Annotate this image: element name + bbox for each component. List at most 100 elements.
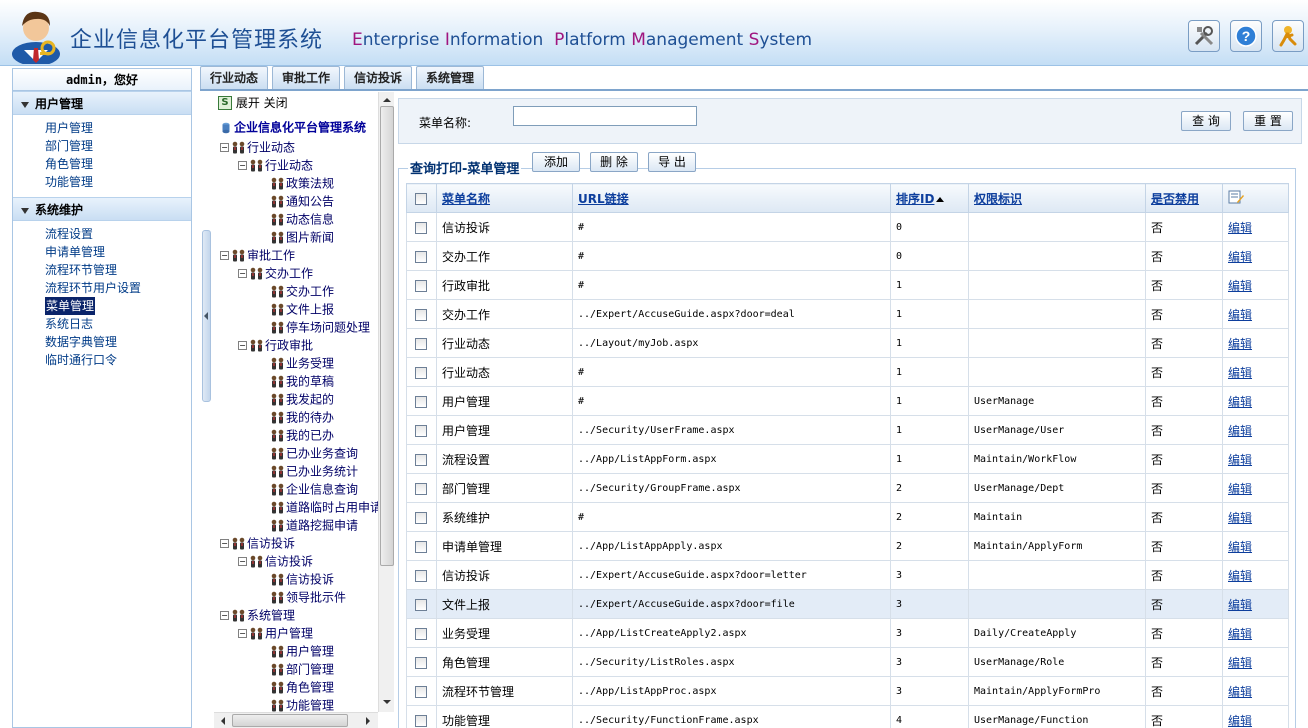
add-button[interactable]: 添加 (532, 152, 580, 172)
edit-link[interactable]: 编辑 (1228, 221, 1252, 235)
reset-button[interactable]: 重 置 (1243, 111, 1293, 131)
edit-link[interactable]: 编辑 (1228, 453, 1252, 467)
tree-node[interactable]: 已办业务查询 (270, 444, 358, 462)
sidebar-item[interactable]: 流程环节用户设置 (45, 281, 141, 295)
table-row[interactable]: 信访投诉 ../Expert/AccuseGuide.aspx?door=lett… (406, 560, 1289, 590)
sort-disabled-link[interactable]: 是否禁用 (1151, 192, 1199, 206)
tree-node[interactable]: 用户管理 (270, 642, 334, 660)
row-checkbox[interactable] (415, 366, 427, 379)
table-row[interactable]: 用户管理 ../Security/UserFrame.aspx 1 UserManag… (406, 415, 1289, 445)
sidebar-item[interactable]: 临时通行口令 (45, 353, 117, 367)
tab[interactable]: 信访投诉 (344, 66, 413, 90)
tree-collapse-icon[interactable]: − (238, 557, 247, 566)
select-all-checkbox[interactable] (415, 192, 427, 205)
table-row[interactable]: 角色管理 ../Security/ListRoles.aspx 3 UserManag… (406, 647, 1289, 677)
tab[interactable]: 审批工作 (272, 66, 341, 90)
tree-collapse-icon[interactable]: − (238, 161, 247, 170)
tree-node[interactable]: 部门管理 (270, 660, 334, 678)
tree-node[interactable]: − 信访投诉 (220, 534, 295, 552)
table-row[interactable]: 交办工作 ../Expert/AccuseGuide.aspx?door=deal… (406, 299, 1289, 329)
row-checkbox[interactable] (415, 424, 427, 437)
tree-node[interactable]: − 交办工作 (238, 264, 313, 282)
logout-button[interactable] (1272, 20, 1304, 52)
tree-collapse-icon[interactable]: − (220, 539, 229, 548)
row-checkbox[interactable] (415, 598, 427, 611)
edit-link[interactable]: 编辑 (1228, 627, 1252, 641)
row-checkbox[interactable] (415, 656, 427, 669)
table-row[interactable]: 行政审批 #1 否编辑 (406, 270, 1289, 300)
delete-button[interactable]: 删 除 (590, 152, 638, 172)
menu-name-input[interactable] (513, 106, 697, 126)
tree-node[interactable]: − 信访投诉 (238, 552, 313, 570)
edit-link[interactable]: 编辑 (1228, 279, 1252, 293)
tree-node[interactable]: − 行政审批 (238, 336, 313, 354)
tree-scroll-thumb[interactable] (380, 106, 394, 566)
tree-collapse-icon[interactable]: − (220, 143, 229, 152)
edit-link[interactable]: 编辑 (1228, 250, 1252, 264)
table-row[interactable]: 文件上报 ../Expert/AccuseGuide.aspx?door=file… (406, 589, 1289, 619)
row-checkbox[interactable] (415, 395, 427, 408)
tree-collapse-icon[interactable]: − (238, 341, 247, 350)
tree-node[interactable]: 交办工作 (270, 282, 334, 300)
sidebar-item[interactable]: 功能管理 (45, 175, 93, 189)
edit-link[interactable]: 编辑 (1228, 337, 1252, 351)
tab[interactable]: 系统管理 (416, 66, 485, 90)
tree-node[interactable]: 我的已办 (270, 426, 334, 444)
tree-root[interactable]: 企业信息化平台管理系统 (218, 118, 366, 136)
scroll-down-icon[interactable] (380, 696, 394, 708)
sidebar-item[interactable]: 流程环节管理 (45, 263, 117, 277)
sort-order-link[interactable]: 排序ID (896, 192, 934, 206)
table-row[interactable]: 用户管理 #1 UserManage 否编辑 (406, 386, 1289, 416)
tree-node[interactable]: 角色管理 (270, 678, 334, 696)
table-row[interactable]: 行业动态 ../Layout/myJob.aspx 1 否编辑 (406, 328, 1289, 358)
edit-link[interactable]: 编辑 (1228, 714, 1252, 728)
edit-link[interactable]: 编辑 (1228, 656, 1252, 670)
sidebar-item[interactable]: 用户管理 (45, 121, 93, 135)
tree-collapse-icon[interactable]: − (220, 611, 229, 620)
nav-group-header[interactable]: 用户管理 (13, 91, 191, 115)
tools-button[interactable] (1188, 20, 1220, 52)
sort-menu-name-link[interactable]: 菜单名称 (442, 192, 490, 206)
nav-group-header[interactable]: 系统维护 (13, 197, 191, 221)
export-button[interactable]: 导 出 (648, 152, 696, 172)
tree-node[interactable]: 我的待办 (270, 408, 334, 426)
tree-node[interactable]: 已办业务统计 (270, 462, 358, 480)
row-checkbox[interactable] (415, 627, 427, 640)
tree-expand-icon[interactable]: S (218, 95, 232, 110)
tree-node[interactable]: − 行业动态 (220, 138, 295, 156)
tree-hscroll-thumb[interactable] (232, 714, 348, 727)
edit-link[interactable]: 编辑 (1228, 569, 1252, 583)
row-checkbox[interactable] (415, 569, 427, 582)
tree-node[interactable]: 业务受理 (270, 354, 334, 372)
edit-link[interactable]: 编辑 (1228, 685, 1252, 699)
row-checkbox[interactable] (415, 250, 427, 263)
scroll-left-icon[interactable] (217, 714, 229, 728)
scroll-up-icon[interactable] (380, 94, 394, 106)
tree-node[interactable]: 信访投诉 (270, 570, 334, 588)
sort-url-link[interactable]: URL链接 (578, 192, 629, 206)
tree-node[interactable]: 我发起的 (270, 390, 334, 408)
table-row[interactable]: 信访投诉 #0 否编辑 (406, 212, 1289, 242)
tab[interactable]: 行业动态 (200, 66, 269, 90)
tree-node[interactable]: 我的草稿 (270, 372, 334, 390)
row-checkbox[interactable] (415, 540, 427, 553)
row-checkbox[interactable] (415, 337, 427, 350)
row-checkbox[interactable] (415, 308, 427, 321)
sort-permission-link[interactable]: 权限标识 (974, 192, 1022, 206)
tree-collapse-icon[interactable]: − (238, 629, 247, 638)
query-button[interactable]: 查 询 (1181, 111, 1231, 131)
row-checkbox[interactable] (415, 279, 427, 292)
tree-node[interactable]: 企业信息查询 (270, 480, 358, 498)
tree-node[interactable]: 道路挖掘申请 (270, 516, 358, 534)
sidebar-item[interactable]: 部门管理 (45, 139, 93, 153)
table-row[interactable]: 流程设置 ../App/ListAppForm.aspx 1 Maintain/Wor… (406, 444, 1289, 474)
panel-splitter[interactable] (202, 230, 211, 402)
table-row[interactable]: 流程环节管理 ../App/ListAppProc.aspx 3 Maintain/A… (406, 676, 1289, 706)
sidebar-item[interactable]: 流程设置 (45, 227, 93, 241)
tree-collapse-icon[interactable]: − (220, 251, 229, 260)
table-row[interactable]: 部门管理 ../Security/GroupFrame.aspx 2 UserMana… (406, 473, 1289, 503)
tree-node[interactable]: 通知公告 (270, 192, 334, 210)
table-row[interactable]: 系统维护 #2 Maintain 否编辑 (406, 502, 1289, 532)
tree-node[interactable]: 停车场问题处理 (270, 318, 370, 336)
row-checkbox[interactable] (415, 221, 427, 234)
